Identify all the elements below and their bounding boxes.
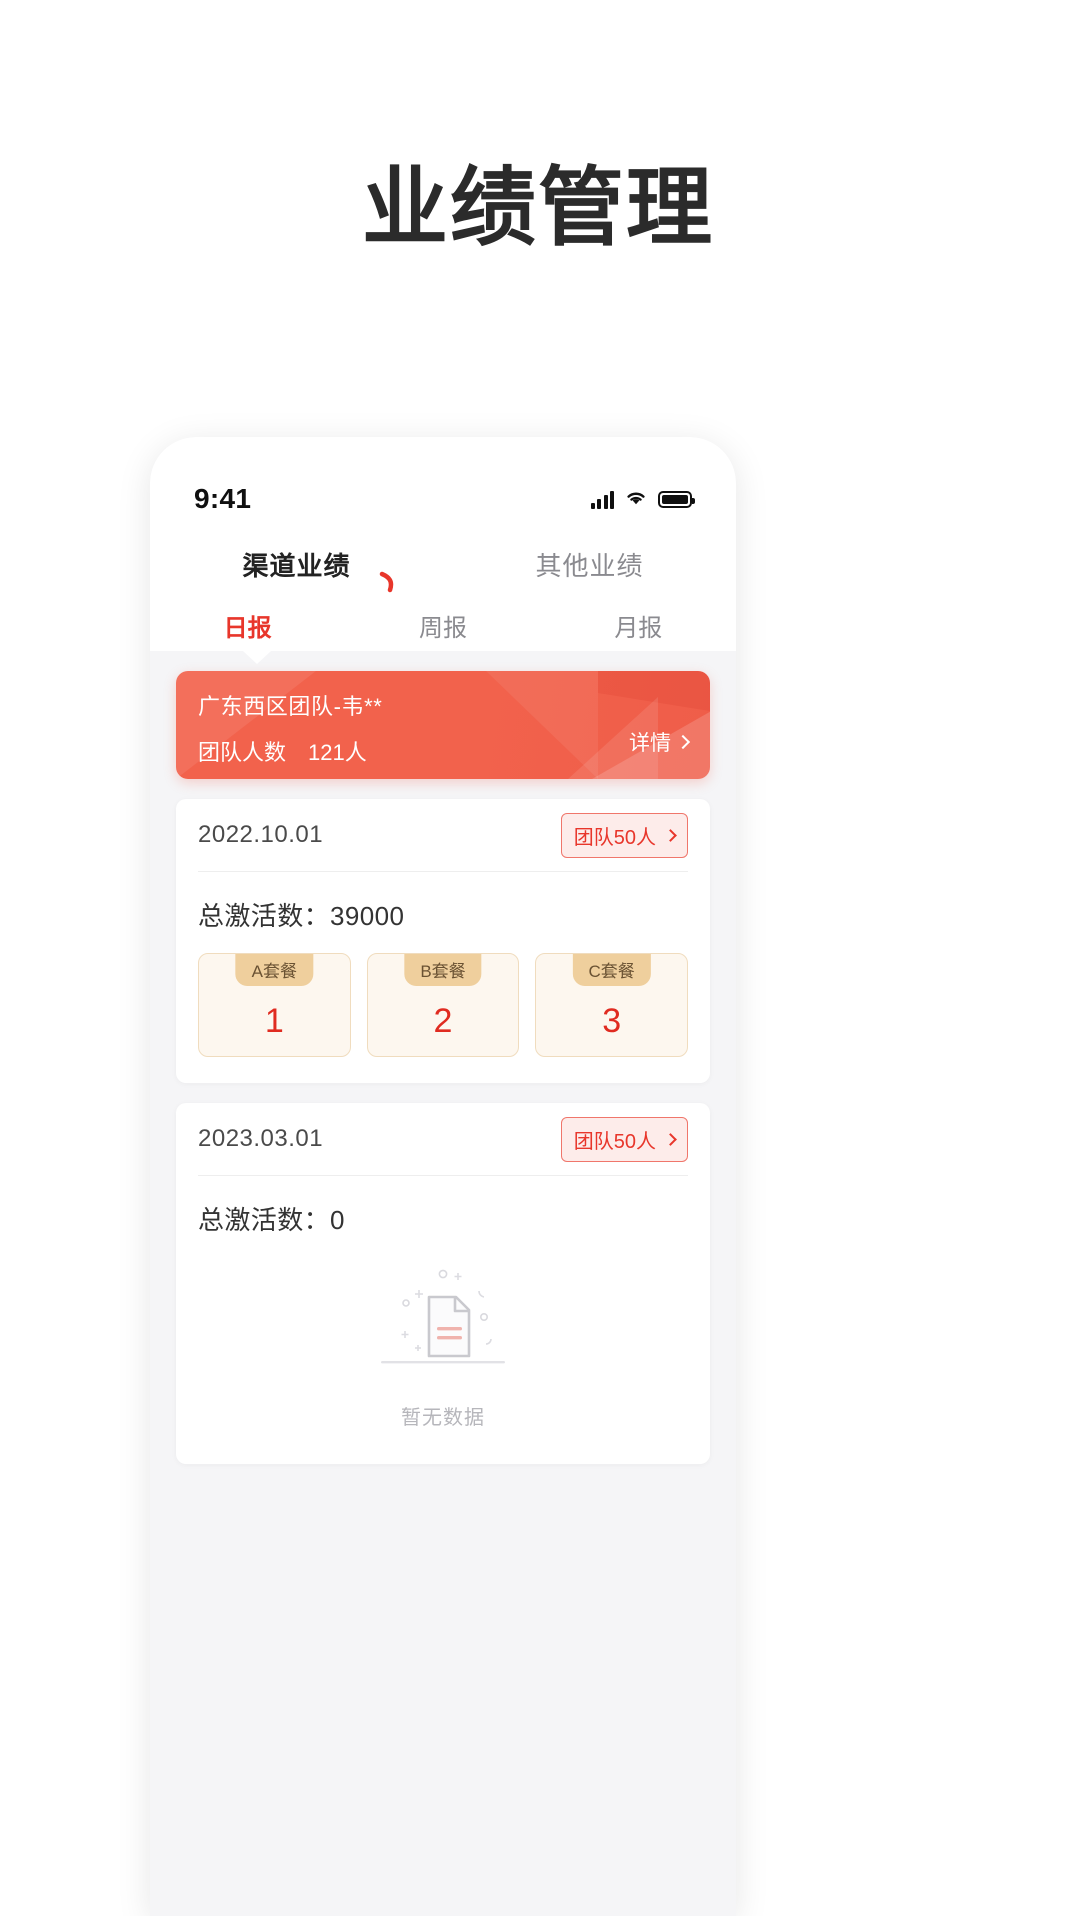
chevron-right-icon: [675, 734, 691, 750]
banner-member-label: 团队人数: [198, 740, 287, 765]
tab-channel-performance[interactable]: 渠道业绩: [150, 529, 443, 599]
empty-state: 暂无数据: [198, 1237, 688, 1464]
signal-bars-icon: [590, 490, 614, 509]
chevron-right-icon: [664, 1132, 677, 1146]
banner-team-name: 广东西区团队-韦**: [198, 694, 383, 719]
record-total-value: 39000: [330, 901, 405, 931]
package-box[interactable]: A套餐 1: [198, 953, 351, 1057]
team-summary-banner[interactable]: 广东西区团队-韦** 团队人数 121人 详情: [176, 671, 710, 779]
phone-mockup: 9:41 渠道业绩 其他业绩 日报 周报 月报 广东西区团队-韦** 团队人数 …: [150, 437, 736, 1916]
tab-other-performance[interactable]: 其他业绩: [443, 529, 736, 599]
wifi-icon: [624, 488, 648, 511]
package-name: C套餐: [572, 954, 651, 986]
record-team-badge[interactable]: 团队50人: [560, 812, 688, 858]
record-total-row: 总激活数：0: [198, 1176, 688, 1237]
tab-monthly-report[interactable]: 月报: [541, 599, 736, 651]
tab-daily-report[interactable]: 日报: [150, 599, 345, 651]
content-scroll-area[interactable]: 广东西区团队-韦** 团队人数 121人 详情 2022.10.01 团队50人: [150, 651, 736, 1916]
tab-weekly-report-label: 周报: [418, 614, 467, 642]
banner-member-row: 团队人数 121人: [198, 735, 688, 767]
package-box[interactable]: C套餐 3: [535, 953, 689, 1057]
status-icons: [590, 488, 695, 511]
battery-icon: [658, 490, 695, 508]
package-name: A套餐: [235, 954, 313, 986]
active-tab-notch-icon: [243, 651, 271, 664]
tab-other-performance-label: 其他业绩: [535, 550, 644, 581]
record-team-badge[interactable]: 团队50人: [560, 1116, 688, 1162]
record-date: 2023.03.01: [198, 1125, 324, 1152]
empty-state-text: 暂无数据: [401, 1407, 485, 1429]
banner-detail-label: 详情: [629, 732, 671, 755]
record-team-badge-label: 团队50人: [573, 826, 656, 849]
record-card-header: 2023.03.01 团队50人: [198, 1103, 688, 1176]
package-grid: A套餐 1 B套餐 2 C套餐 3: [198, 933, 689, 1083]
package-box[interactable]: B套餐 2: [366, 953, 520, 1057]
record-total-row: 总激活数：39000: [198, 872, 688, 933]
chevron-right-icon: [664, 828, 677, 842]
status-time: 9:41: [194, 483, 252, 514]
tab-underline-swoosh-icon: [379, 569, 401, 593]
banner-member-value: 121人: [308, 740, 367, 765]
package-value: 3: [602, 1002, 622, 1040]
empty-document-icon: [348, 1261, 538, 1391]
record-card: 2022.10.01 团队50人 总激活数：39000 A套餐 1 B套餐 2: [176, 799, 710, 1083]
record-total-label: 总激活数：: [198, 1205, 331, 1235]
page-title: 业绩管理: [362, 160, 714, 256]
status-bar: 9:41: [150, 479, 736, 519]
package-value: 1: [264, 1002, 284, 1040]
record-card-header: 2022.10.01 团队50人: [198, 799, 688, 872]
record-card: 2023.03.01 团队50人 总激活数：0 暂无数据: [176, 1103, 710, 1464]
record-team-badge-label: 团队50人: [573, 1130, 656, 1153]
tab-daily-report-label: 日报: [223, 614, 272, 642]
record-date: 2022.10.01: [198, 821, 324, 848]
sub-tab-bar: 日报 周报 月报: [150, 599, 736, 651]
tab-weekly-report[interactable]: 周报: [345, 599, 540, 651]
top-tab-bar: 渠道业绩 其他业绩: [150, 529, 736, 599]
tab-monthly-report-label: 月报: [614, 614, 663, 642]
package-name: B套餐: [404, 954, 482, 986]
package-value: 2: [433, 1002, 453, 1040]
record-total-value: 0: [330, 1205, 345, 1235]
banner-detail-link[interactable]: 详情: [629, 727, 691, 757]
tab-channel-performance-label: 渠道业绩: [242, 550, 351, 581]
record-total-label: 总激活数：: [198, 901, 331, 931]
